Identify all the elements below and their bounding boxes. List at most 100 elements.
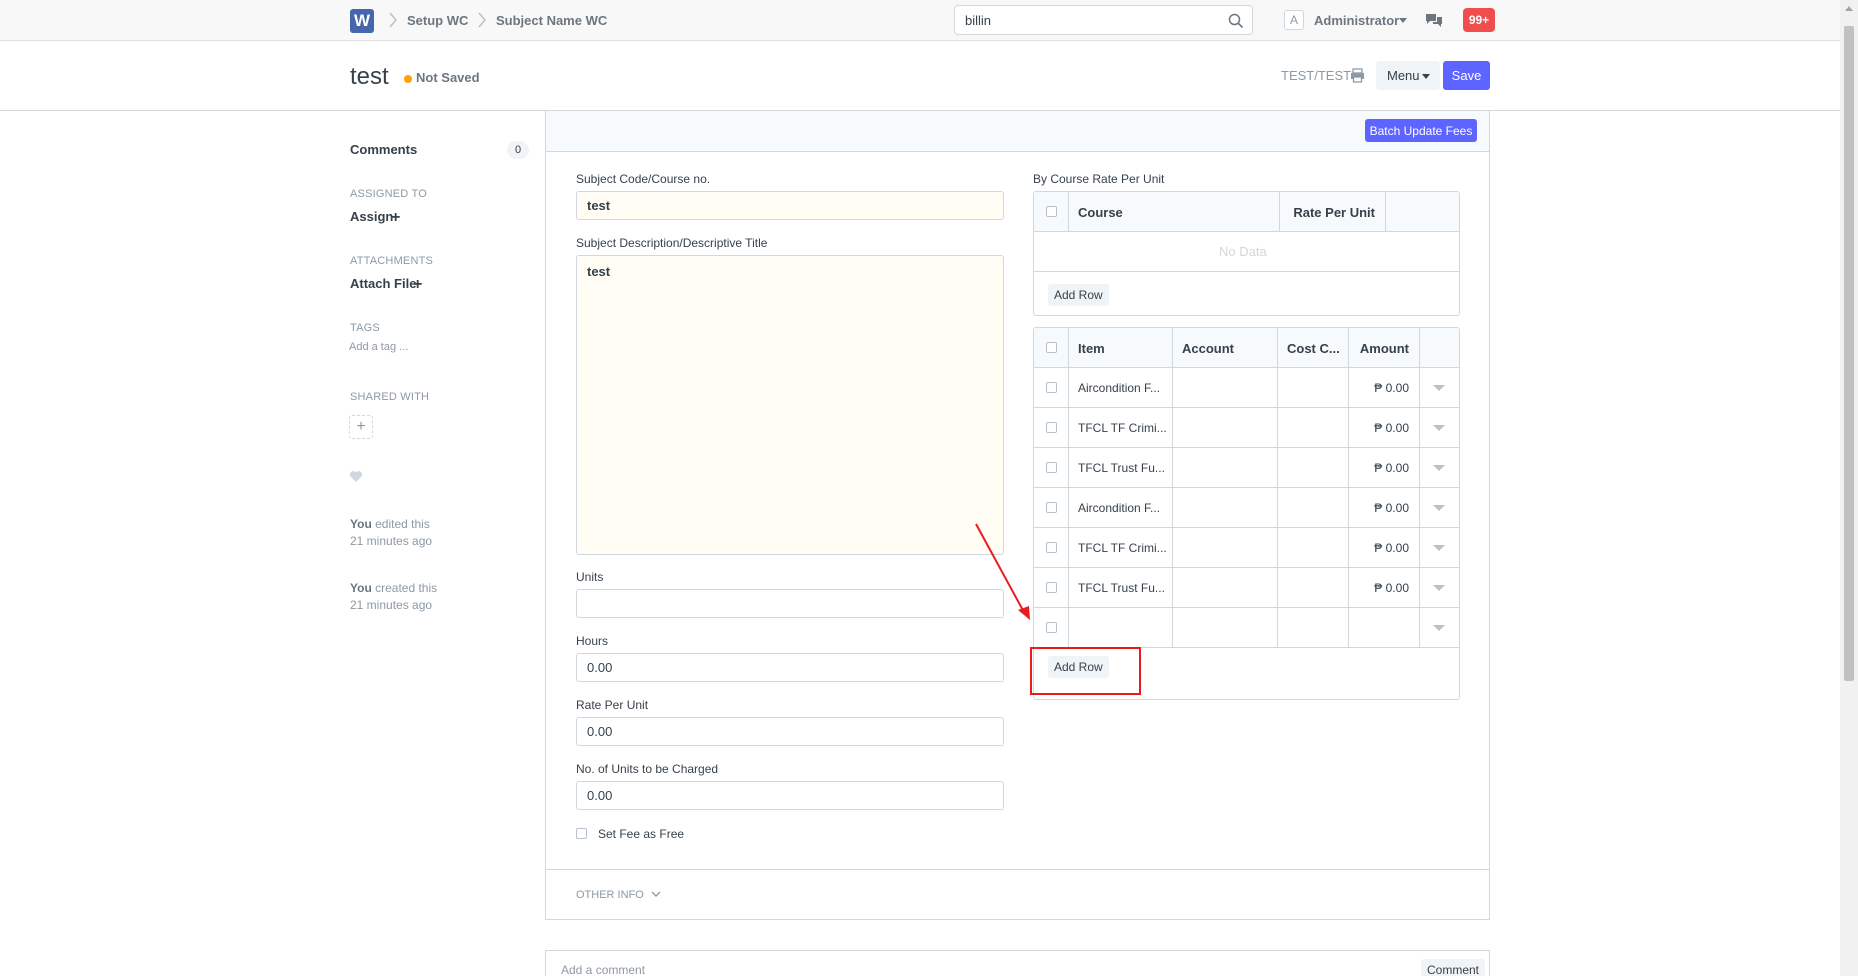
rate-per-unit-input[interactable]: 0.00 <box>576 717 1004 746</box>
breadcrumb-setup-wc[interactable]: Setup WC <box>407 13 468 28</box>
cell-item: TFCL TF Crimi... <box>1078 421 1167 435</box>
add-tag-link[interactable]: Add a tag ... <box>349 341 408 353</box>
notifications-badge[interactable]: 99+ <box>1463 8 1495 32</box>
cell-item: Aircondition F... <box>1078 381 1161 395</box>
row-checkbox[interactable] <box>1046 582 1057 593</box>
breadcrumb-subject-name-wc[interactable]: Subject Name WC <box>496 13 607 28</box>
row-expand-caret-icon[interactable] <box>1433 545 1445 551</box>
plus-icon[interactable]: + <box>413 277 422 293</box>
avatar[interactable]: A <box>1284 10 1304 30</box>
scrollbar-thumb[interactable] <box>1844 26 1854 681</box>
search-icon[interactable] <box>1228 13 1244 29</box>
status-indicator: Not Saved <box>416 70 480 85</box>
set-fee-free-label: Set Fee as Free <box>598 827 685 841</box>
row-expand-caret-icon[interactable] <box>1433 505 1445 511</box>
units-charged-input[interactable]: 0.00 <box>576 781 1004 810</box>
plus-icon[interactable]: + <box>391 210 400 226</box>
row-checkbox[interactable] <box>1046 502 1057 513</box>
hours-input[interactable]: 0.00 <box>576 653 1004 682</box>
row-checkbox[interactable] <box>1046 462 1057 473</box>
table-row[interactable]: TFCL Trust Fu... ₱ 0.00 <box>1034 448 1459 488</box>
row-checkbox[interactable] <box>1046 422 1057 433</box>
table-row[interactable] <box>1034 608 1459 648</box>
caret-down-icon <box>1399 18 1407 23</box>
set-fee-free-checkbox[interactable] <box>576 828 587 839</box>
description-label: Subject Description/Descriptive Title <box>576 236 768 250</box>
batch-update-fees-button[interactable]: Batch Update Fees <box>1365 119 1477 142</box>
shared-with-label: SHARED WITH <box>350 391 430 403</box>
annotation-highlight-box <box>1030 647 1141 695</box>
attachments-label: ATTACHMENTS <box>350 255 434 267</box>
other-info-label: OTHER INFO <box>576 889 644 901</box>
timeline-time: 21 minutes ago <box>350 598 433 612</box>
select-all-checkbox[interactable] <box>1046 206 1057 217</box>
scrollbar[interactable] <box>1840 0 1858 976</box>
comment-button[interactable]: Comment <box>1421 959 1485 976</box>
cell-amount: ₱ 0.00 <box>1374 421 1409 435</box>
scroll-up-arrow-icon[interactable] <box>1845 6 1853 11</box>
annotation-arrow <box>975 523 1030 620</box>
cell-item: TFCL Trust Fu... <box>1078 461 1165 475</box>
save-button[interactable]: Save <box>1443 61 1490 90</box>
row-checkbox[interactable] <box>1046 382 1057 393</box>
comment-input[interactable]: Add a comment <box>561 963 645 976</box>
share-add-button[interactable]: + <box>349 415 373 439</box>
cell-item: TFCL Trust Fu... <box>1078 581 1165 595</box>
subject-code-label: Subject Code/Course no. <box>576 172 711 186</box>
description-textarea[interactable]: test <box>576 255 1004 555</box>
menu-button[interactable]: Menu <box>1376 61 1440 90</box>
status-dot <box>404 75 412 83</box>
cell-item: Aircondition F... <box>1078 501 1161 515</box>
assign-link[interactable]: Assign <box>350 209 393 224</box>
table-row[interactable]: TFCL Trust Fu... ₱ 0.00 <box>1034 568 1459 608</box>
units-input[interactable] <box>576 589 1004 618</box>
cell-amount: ₱ 0.00 <box>1374 461 1409 475</box>
attach-file-link[interactable]: Attach File <box>350 276 416 291</box>
rate-grid-title: By Course Rate Per Unit <box>1033 172 1165 186</box>
form-card-header: Batch Update Fees <box>546 111 1489 152</box>
select-all-checkbox[interactable] <box>1046 342 1057 353</box>
timeline-action: edited this <box>371 517 430 531</box>
form-card: Batch Update Fees Subject Code/Course no… <box>545 111 1490 920</box>
add-row-button[interactable]: Add Row <box>1048 284 1109 306</box>
chevron-right-icon <box>389 12 397 28</box>
table-row[interactable]: Aircondition F... ₱ 0.00 <box>1034 488 1459 528</box>
rate-per-unit-label: Rate Per Unit <box>576 698 649 712</box>
chevron-down-icon <box>651 891 661 897</box>
row-checkbox[interactable] <box>1046 542 1057 553</box>
timeline-action: created this <box>371 581 438 595</box>
grid-header: Course Rate Per Unit <box>1034 192 1459 232</box>
subject-code-input[interactable]: test <box>576 191 1004 220</box>
timeline-item: You edited this 21 minutes ago <box>350 516 432 550</box>
units-charged-label: No. of Units to be Charged <box>576 762 719 776</box>
print-icon[interactable] <box>1350 68 1365 83</box>
column-header-item: Item <box>1078 341 1105 356</box>
comment-box: Add a comment Comment <box>545 950 1490 976</box>
comments-link[interactable]: Comments <box>350 142 417 157</box>
user-menu[interactable]: Administrator <box>1314 13 1399 28</box>
chat-icon[interactable] <box>1425 12 1443 28</box>
other-info-section-toggle[interactable]: OTHER INFO <box>576 889 661 901</box>
row-expand-caret-icon[interactable] <box>1433 465 1445 471</box>
column-header-rate-per-unit: Rate Per Unit <box>1293 205 1375 220</box>
row-checkbox[interactable] <box>1046 622 1057 633</box>
page-title: test <box>350 63 389 90</box>
table-row[interactable]: TFCL TF Crimi... ₱ 0.00 <box>1034 408 1459 448</box>
app-logo[interactable]: W <box>350 9 374 33</box>
row-expand-caret-icon[interactable] <box>1433 385 1445 391</box>
table-row[interactable]: Aircondition F... ₱ 0.00 <box>1034 368 1459 408</box>
menu-label: Menu <box>1387 68 1420 83</box>
search-input[interactable] <box>965 12 1215 28</box>
cell-amount: ₱ 0.00 <box>1374 581 1409 595</box>
table-row[interactable]: TFCL TF Crimi... ₱ 0.00 <box>1034 528 1459 568</box>
row-expand-caret-icon[interactable] <box>1433 625 1445 631</box>
cell-amount: ₱ 0.00 <box>1374 381 1409 395</box>
cell-item: TFCL TF Crimi... <box>1078 541 1167 555</box>
column-header-cost-center: Cost C... <box>1287 341 1340 356</box>
caret-down-icon <box>1422 74 1430 79</box>
assigned-to-label: ASSIGNED TO <box>350 188 427 200</box>
heart-icon[interactable] <box>349 470 363 483</box>
row-expand-caret-icon[interactable] <box>1433 585 1445 591</box>
row-expand-caret-icon[interactable] <box>1433 425 1445 431</box>
fees-grid: Item Account Cost C... Amount Airconditi… <box>1033 327 1460 700</box>
